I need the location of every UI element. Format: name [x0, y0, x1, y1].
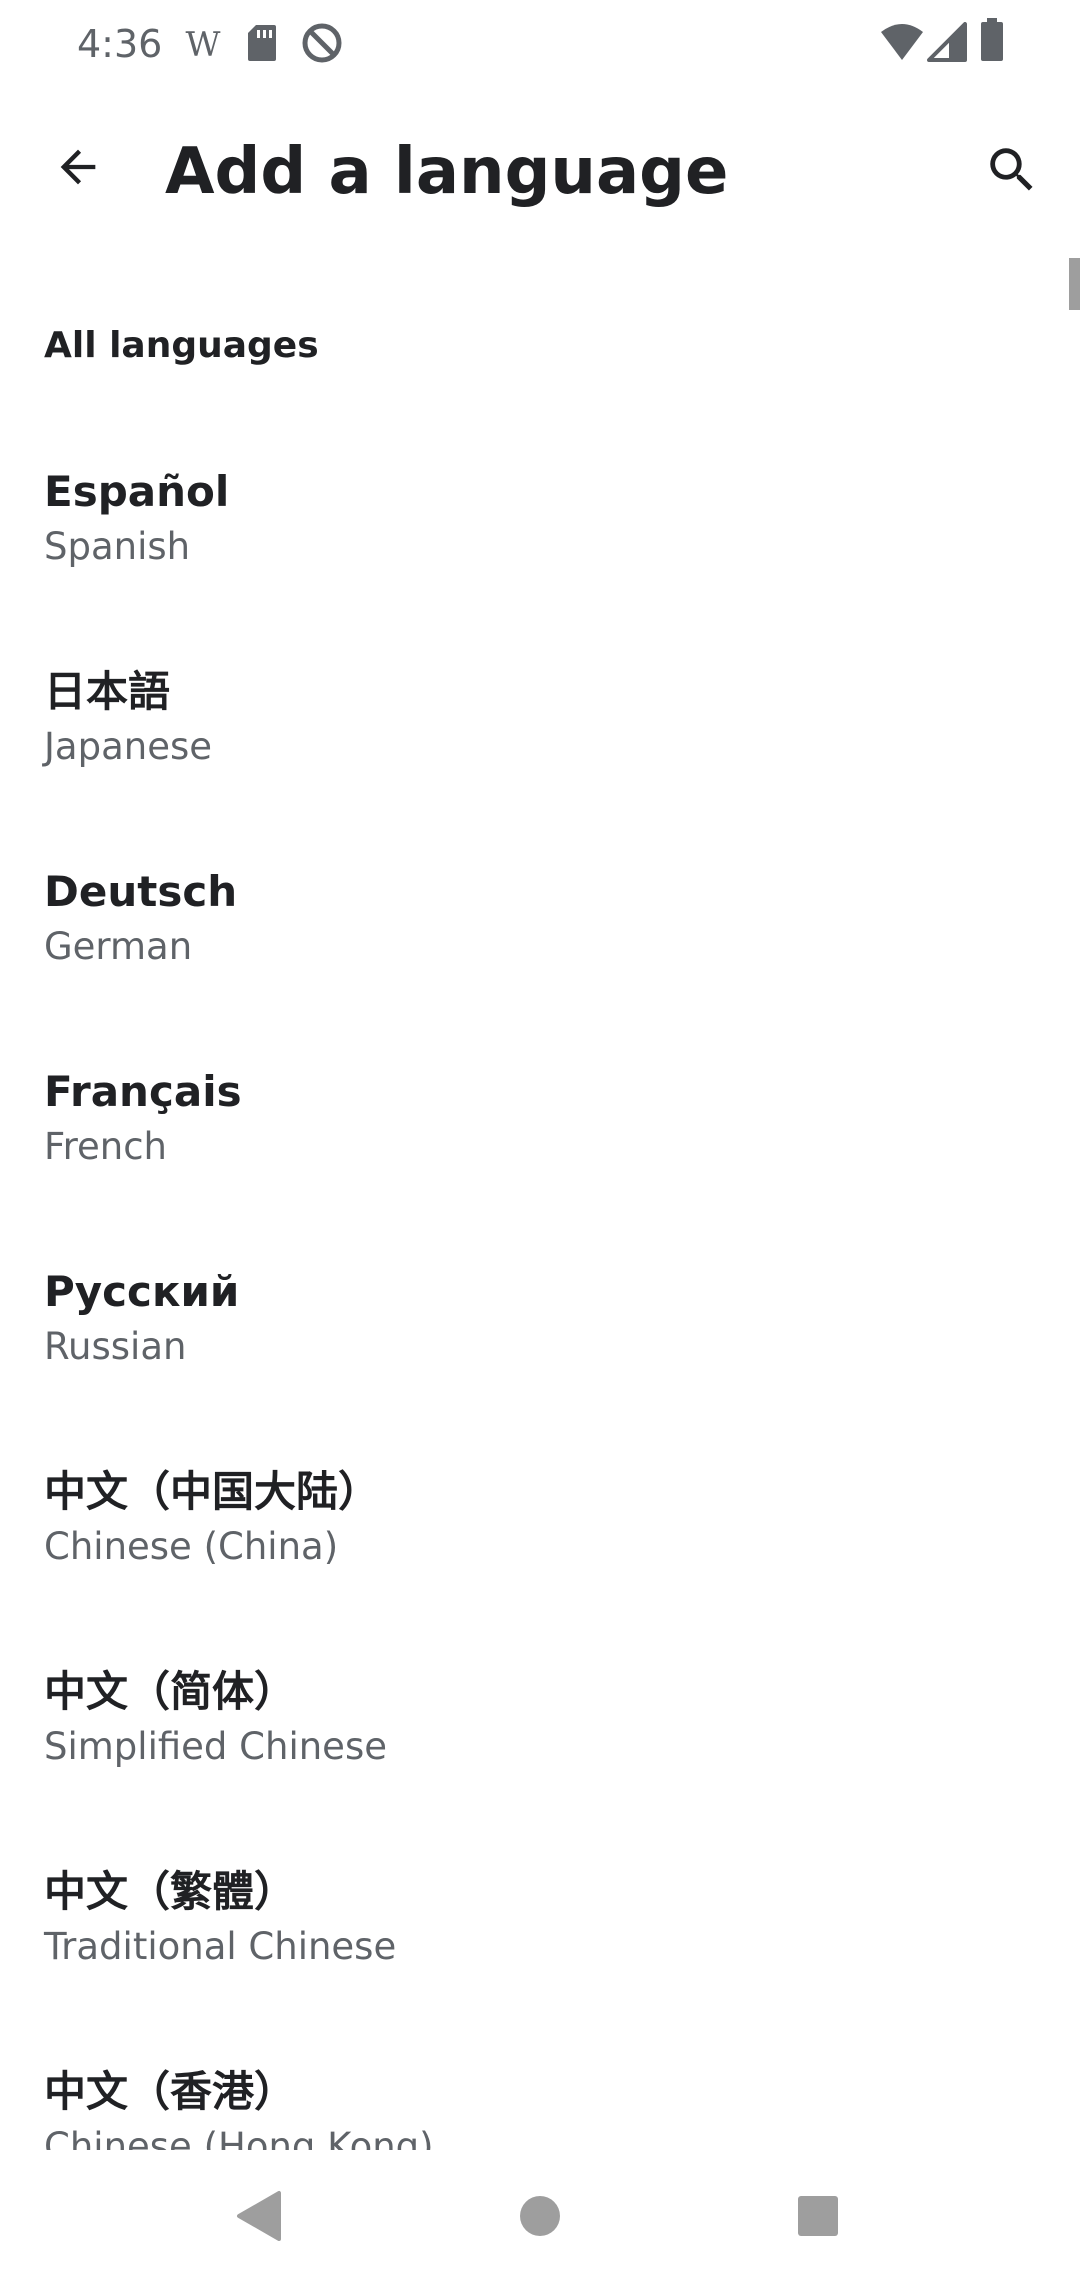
language-english-name: Russian	[44, 1325, 187, 1368]
app-bar: Add a language	[0, 88, 1080, 258]
language-english-name: French	[44, 1125, 167, 1168]
language-list-viewport: All languages Español Spanish 日本語 Japane…	[0, 258, 1080, 2150]
language-english-name: Spanish	[44, 525, 191, 568]
language-english-name: Japanese	[44, 725, 212, 768]
language-item-chinese-china[interactable]: 中文（中国大陆） Chinese (China)	[0, 1430, 1080, 1630]
page-title: Add a language	[165, 135, 729, 209]
nav-home-button[interactable]	[480, 2156, 600, 2276]
language-item-simplified-chinese[interactable]: 中文（简体） Simplified Chinese	[0, 1630, 1080, 1830]
recents-square-icon	[798, 2196, 838, 2236]
language-english-name: Chinese (China)	[44, 1525, 339, 1568]
language-native-name: 中文（简体）	[44, 1667, 297, 1716]
language-item-french[interactable]: Français French	[0, 1030, 1080, 1230]
section-header: All languages	[44, 325, 319, 366]
search-icon	[990, 148, 1033, 191]
back-triangle-icon	[237, 2191, 281, 2241]
wifi-icon	[881, 24, 923, 60]
language-item-chinese-hong-kong[interactable]: 中文（香港） Chinese (Hong Kong)	[0, 2030, 1080, 2150]
language-item-traditional-chinese[interactable]: 中文（繁體） Traditional Chinese	[0, 1830, 1080, 2030]
wikipedia-w-icon: W	[186, 26, 221, 62]
language-native-name: Русский	[44, 1267, 240, 1316]
language-native-name: 中文（香港）	[44, 2067, 297, 2116]
language-native-name: 中文（中国大陆）	[44, 1467, 381, 1516]
language-native-name: Français	[44, 1067, 242, 1116]
language-english-name: Traditional Chinese	[44, 1925, 397, 1968]
cellular-signal-icon	[927, 22, 967, 62]
battery-icon	[981, 18, 1003, 61]
language-item-japanese[interactable]: 日本語 Japanese	[0, 630, 1080, 830]
nav-back-button[interactable]	[199, 2156, 319, 2276]
language-native-name: Deutsch	[44, 867, 238, 916]
status-time: 4:36	[77, 22, 163, 66]
language-english-name: Chinese (Hong Kong)	[44, 2125, 434, 2150]
language-english-name: Simplified Chinese	[44, 1725, 387, 1768]
language-english-name: German	[44, 925, 193, 968]
status-bar: 4:36 W	[0, 0, 1080, 88]
language-list: Español Spanish 日本語 Japanese Deutsch Ger…	[0, 430, 1080, 2150]
home-circle-icon	[520, 2196, 560, 2236]
language-native-name: 日本語	[44, 667, 171, 716]
language-native-name: Español	[44, 467, 230, 516]
language-native-name: 中文（繁體）	[44, 1867, 297, 1916]
language-item-german[interactable]: Deutsch German	[0, 830, 1080, 1030]
language-item-spanish[interactable]: Español Spanish	[0, 430, 1080, 630]
sd-card-icon	[248, 25, 276, 61]
back-button[interactable]	[34, 123, 122, 211]
language-item-russian[interactable]: Русский Russian	[0, 1230, 1080, 1430]
system-navigation-bar	[0, 2150, 1080, 2280]
nav-recents-button[interactable]	[758, 2156, 878, 2276]
search-button[interactable]	[968, 126, 1056, 214]
do-not-disturb-icon	[302, 23, 342, 63]
arrow-back-icon	[60, 149, 96, 185]
svg-text:W: W	[186, 26, 221, 62]
